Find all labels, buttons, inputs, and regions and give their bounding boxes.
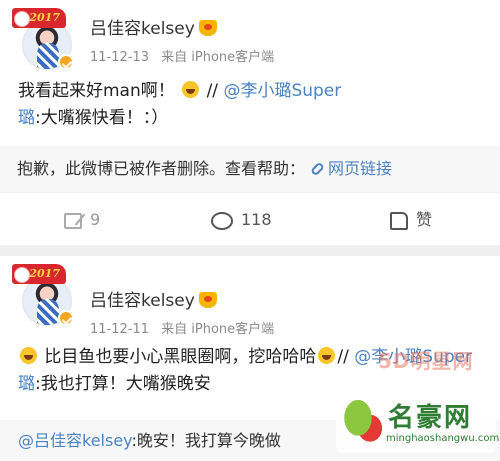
user-avatar[interactable]: 2017 [12, 8, 74, 70]
like-label: 赞 [416, 210, 433, 229]
content-separator: // [206, 81, 219, 101]
comment-count: 118 [241, 210, 272, 229]
web-link[interactable]: 网页链接 [305, 159, 392, 178]
new-year-badge: 2017 [12, 8, 66, 28]
watermark-title: 名豪网 [388, 403, 473, 433]
post-content: 我看起来好man啊！ // @李小璐Super璐:大嘴猴快看！：） [18, 78, 488, 132]
tongue-emoji-icon [20, 347, 37, 364]
username-text[interactable]: 吕佳容kelsey [90, 19, 195, 39]
post-time: 11-12-11 [90, 322, 150, 337]
post-meta: 11-12-13 来自 iPhone客户端 [90, 46, 274, 65]
crown-icon [198, 20, 217, 36]
content-text-tail: :大嘴猴快看！：） [35, 108, 169, 128]
post-time: 11-12-13 [90, 50, 150, 65]
site-watermark: 名豪网 minghaoshangwu.com [336, 393, 500, 453]
username[interactable]: 吕佳容kelsey [90, 14, 217, 39]
content-text: 比目鱼也要小心黑眼圈啊，挖哈哈哈 [44, 347, 317, 367]
post-meta: 11-12-11 来自 iPhone客户端 [90, 318, 274, 337]
comment-icon [211, 211, 233, 230]
verified-icon [58, 54, 74, 70]
like-button[interactable]: 赞 [390, 193, 432, 246]
deleted-notice-text: 抱歉，此微博已被作者删除。查看帮助： [17, 159, 306, 178]
site-watermark-small: 5D明星网 [378, 349, 474, 373]
repost-icon [64, 212, 82, 229]
post-divider [0, 245, 500, 256]
content-text-tail: :我也打算！大嘴猴晚安 [35, 374, 211, 394]
leaf-logo-icon [342, 397, 382, 449]
deleted-repost-notice: 抱歉，此微博已被作者删除。查看帮助： 网页链接 [0, 146, 500, 192]
post-source: 来自 iPhone客户端 [161, 322, 275, 337]
content-text: 我看起来好man啊！ [18, 81, 175, 101]
new-year-badge: 2017 [12, 264, 66, 284]
username[interactable]: 吕佳容kelsey [90, 286, 217, 311]
comment-button[interactable]: 118 [211, 193, 272, 246]
reply-mention-link[interactable]: @吕佳容kelsey [18, 431, 131, 450]
username-text[interactable]: 吕佳容kelsey [90, 291, 195, 311]
action-bar: 9 118 赞 [0, 192, 500, 245]
web-link-label[interactable]: 网页链接 [328, 159, 392, 178]
verified-icon [58, 310, 74, 326]
weibo-post: 2017 吕佳容kelsey 11-12-13 来自 iPhone客户端 我看起… [0, 0, 500, 245]
reply-text: :晚安！我打算今晚做 [131, 431, 281, 450]
repost-count: 9 [90, 210, 101, 229]
crown-icon [198, 292, 217, 308]
laugh-emoji-icon [182, 81, 200, 98]
user-avatar[interactable]: 2017 [12, 264, 74, 326]
post-source: 来自 iPhone客户端 [161, 50, 275, 65]
thumbs-up-icon [390, 211, 408, 230]
content-separator: // [337, 347, 349, 367]
repost-button[interactable]: 9 [64, 193, 100, 246]
watermark-url: minghaoshangwu.com [386, 433, 500, 444]
link-icon [310, 161, 325, 176]
laugh-emoji-icon [318, 347, 336, 364]
